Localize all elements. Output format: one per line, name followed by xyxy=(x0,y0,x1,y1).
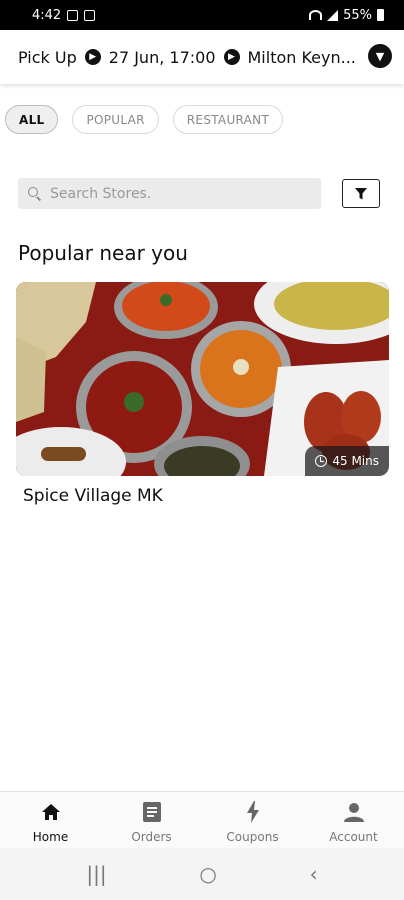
back-icon[interactable]: ‹ xyxy=(310,862,318,886)
recent-apps-icon[interactable]: ||| xyxy=(86,862,106,886)
home-circle-icon[interactable]: ○ xyxy=(199,862,216,886)
orders-icon xyxy=(142,800,161,824)
order-datetime[interactable]: 27 Jun, 17:00 xyxy=(109,48,216,67)
gallery-notification-icon xyxy=(67,9,79,21)
signal-icon xyxy=(327,9,339,21)
nav-home-label: Home xyxy=(32,830,69,844)
home-icon xyxy=(41,800,61,824)
order-location[interactable]: Milton Keyn... xyxy=(248,48,356,67)
category-chips: ALL POPULAR RESTAURANT xyxy=(5,105,284,134)
chip-all[interactable]: ALL xyxy=(5,105,59,134)
chip-popular[interactable]: POPULAR xyxy=(72,105,159,134)
nav-coupons-label: Coupons xyxy=(226,830,279,844)
chevron-right-icon: ▶ xyxy=(84,49,101,65)
chevron-right-icon: ▶ xyxy=(223,49,240,65)
bottom-nav: Home Orders Coupons Account xyxy=(0,791,404,848)
nav-account[interactable]: Account xyxy=(303,792,404,848)
clock-icon xyxy=(315,455,328,467)
battery-percent: 55% xyxy=(343,7,372,23)
nav-home[interactable]: Home xyxy=(0,792,101,848)
search-bar[interactable] xyxy=(18,178,321,209)
status-time: 4:42 xyxy=(32,7,62,23)
app-notification-icon xyxy=(84,9,96,21)
chip-restaurant[interactable]: RESTAURANT xyxy=(172,105,284,134)
system-nav-bar: ||| ○ ‹ xyxy=(0,848,404,900)
eta-text: 45 Mins xyxy=(332,454,379,468)
wifi-icon xyxy=(309,10,323,20)
status-bar: 4:42 55% xyxy=(0,0,404,30)
eta-badge: 45 Mins xyxy=(305,446,389,476)
battery-icon xyxy=(377,9,384,21)
nav-account-label: Account xyxy=(329,830,378,844)
order-settings-header[interactable]: Pick Up ▶ 27 Jun, 17:00 ▶ Milton Keyn...… xyxy=(0,30,404,84)
coupons-icon xyxy=(246,800,259,824)
store-image[interactable]: 45 Mins xyxy=(16,282,389,476)
account-icon xyxy=(343,800,364,824)
store-card[interactable]: 45 Mins Spice Village MK xyxy=(16,282,389,522)
store-name[interactable]: Spice Village MK xyxy=(23,486,163,506)
filter-icon xyxy=(355,187,367,199)
nav-coupons[interactable]: Coupons xyxy=(202,792,303,848)
section-title: Popular near you xyxy=(18,241,188,265)
order-mode[interactable]: Pick Up xyxy=(18,48,77,67)
chevron-down-icon[interactable]: ▼ xyxy=(368,44,392,68)
search-input[interactable] xyxy=(50,185,300,202)
nav-orders-label: Orders xyxy=(131,830,172,844)
nav-orders[interactable]: Orders xyxy=(101,792,202,848)
filter-button[interactable] xyxy=(342,179,380,208)
search-icon xyxy=(28,187,41,200)
